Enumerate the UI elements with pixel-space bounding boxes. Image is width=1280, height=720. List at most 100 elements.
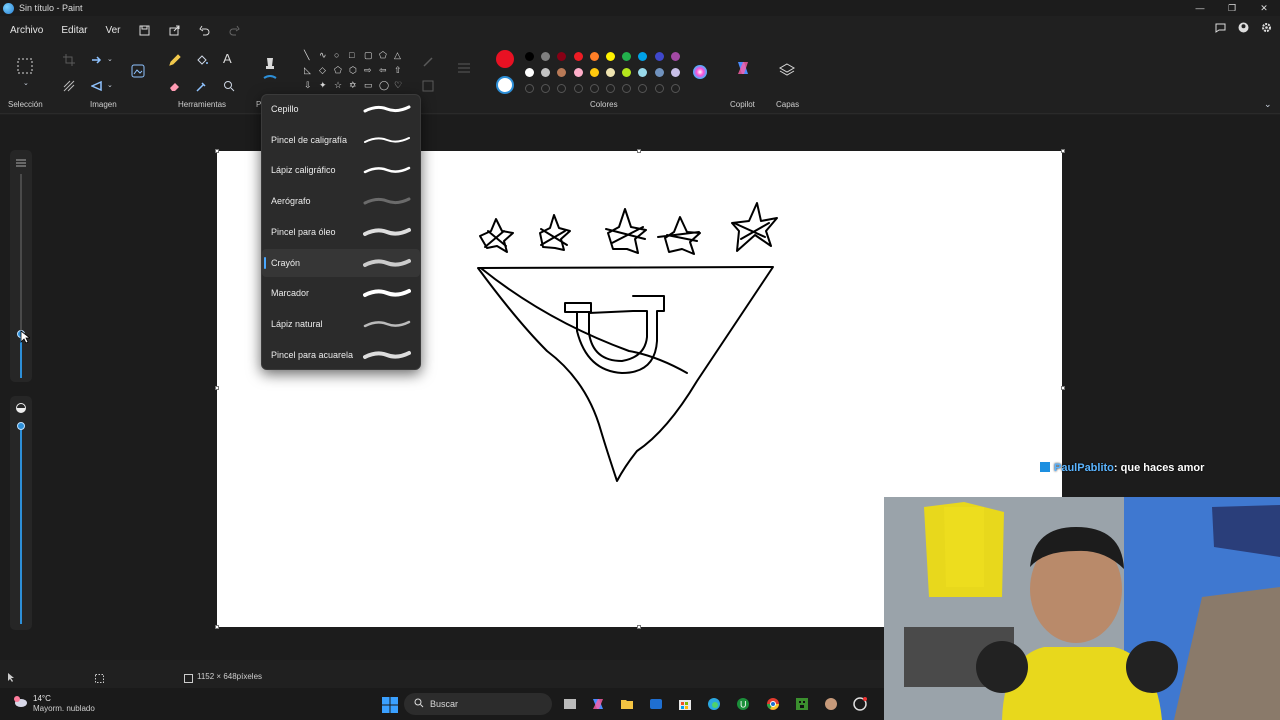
- close-button[interactable]: ✕: [1248, 0, 1280, 16]
- resize-chevron-icon[interactable]: ⌄: [107, 54, 113, 66]
- canvas-resize-handle-bottom[interactable]: [637, 625, 641, 629]
- canvas-resize-handle-right[interactable]: [1061, 386, 1065, 390]
- color-swatch-row2[interactable]: [622, 68, 632, 77]
- settings-icon[interactable]: [1261, 22, 1272, 36]
- line-shape-icon[interactable]: ╲: [304, 50, 309, 61]
- start-icon[interactable]: [382, 697, 398, 713]
- color-swatch-row2[interactable]: [557, 68, 567, 77]
- edge-icon[interactable]: [707, 697, 721, 711]
- custom-color-slot[interactable]: [525, 84, 534, 93]
- text-icon[interactable]: A: [223, 52, 232, 65]
- hexagon-shape-icon[interactable]: ⬡: [349, 65, 357, 76]
- pencil-icon[interactable]: [169, 54, 181, 68]
- four-point-star-shape-icon[interactable]: ✦: [319, 80, 327, 91]
- file-explorer-icon[interactable]: [620, 697, 634, 711]
- right-arrow-shape-icon[interactable]: ⇨: [364, 65, 372, 76]
- brush-option[interactable]: Crayón: [262, 248, 420, 277]
- image-creator-icon[interactable]: [131, 64, 145, 80]
- undo-icon[interactable]: [198, 23, 212, 37]
- triangle-shape-icon[interactable]: △: [394, 50, 401, 61]
- selection-rectangle-icon[interactable]: [17, 58, 33, 76]
- right-triangle-shape-icon[interactable]: ◺: [304, 65, 311, 76]
- color-swatch-row2[interactable]: [606, 68, 615, 77]
- upwork-icon[interactable]: U: [736, 697, 750, 711]
- menu-ver[interactable]: Ver: [96, 25, 129, 36]
- layers-icon[interactable]: [778, 62, 796, 80]
- rectangle-shape-icon[interactable]: □: [349, 50, 354, 60]
- brush-option[interactable]: Pincel para acuarela: [262, 341, 420, 369]
- remove-background-icon[interactable]: [63, 80, 75, 94]
- ribbon-expand-chevron-icon[interactable]: ⌄: [1264, 98, 1272, 110]
- secondary-color-swatch[interactable]: [496, 76, 514, 94]
- six-point-star-shape-icon[interactable]: ✡: [349, 80, 357, 91]
- left-arrow-shape-icon[interactable]: ⇦: [379, 65, 387, 76]
- edit-colors-icon[interactable]: [692, 64, 708, 82]
- minimize-button[interactable]: —: [1184, 0, 1216, 16]
- canvas-resize-handle-tl[interactable]: [215, 149, 219, 153]
- brush-size-slider[interactable]: [10, 150, 32, 382]
- pentagon-shape-icon[interactable]: ⬠: [334, 65, 342, 76]
- rotate-chevron-icon[interactable]: ⌄: [107, 80, 113, 92]
- taskbar-search[interactable]: Buscar: [404, 693, 552, 715]
- custom-color-slot[interactable]: [606, 84, 615, 93]
- polygon-shape-icon[interactable]: ⬠: [379, 50, 387, 61]
- feedback-icon[interactable]: [1215, 22, 1226, 36]
- brush-option[interactable]: Pincel de caligrafía: [262, 126, 420, 154]
- brushes-icon[interactable]: [261, 56, 279, 86]
- custom-color-slot[interactable]: [638, 84, 648, 93]
- five-point-star-shape-icon[interactable]: ☆: [334, 80, 342, 91]
- brush-option[interactable]: Aerógrafo: [262, 187, 420, 215]
- canvas-resize-handle-left[interactable]: [215, 386, 219, 390]
- custom-color-slot[interactable]: [541, 84, 551, 93]
- store-icon[interactable]: [678, 697, 692, 711]
- canvas-resize-handle-bl[interactable]: [215, 625, 219, 629]
- color-swatch-row1[interactable]: [622, 52, 632, 61]
- color-swatch-row2[interactable]: [541, 68, 551, 77]
- save-icon[interactable]: [138, 23, 152, 37]
- brush-option[interactable]: Marcador: [262, 279, 420, 307]
- callout-oval-shape-icon[interactable]: ◯: [379, 80, 389, 91]
- diamond-shape-icon[interactable]: ◇: [319, 65, 326, 76]
- resize-icon[interactable]: [91, 54, 103, 68]
- outline-icon[interactable]: [422, 56, 434, 70]
- custom-color-slot[interactable]: [622, 84, 632, 93]
- color-swatch-row2[interactable]: [525, 68, 534, 77]
- color-swatch-row2[interactable]: [589, 68, 599, 77]
- custom-color-slot[interactable]: [654, 84, 664, 93]
- up-arrow-shape-icon[interactable]: ⇧: [394, 65, 402, 76]
- color-swatch-row1[interactable]: [654, 52, 664, 61]
- stroke-size-icon[interactable]: [457, 62, 471, 76]
- canvas-resize-handle-tr[interactable]: [1061, 149, 1065, 153]
- menu-archivo[interactable]: Archivo: [0, 25, 52, 36]
- redo-icon[interactable]: [228, 23, 242, 37]
- task-view-icon[interactable]: [563, 697, 577, 711]
- brush-option[interactable]: Lápiz caligráfico: [262, 156, 420, 184]
- color-swatch-row1[interactable]: [670, 52, 680, 61]
- primary-color-swatch[interactable]: [496, 50, 514, 68]
- color-swatch-row2[interactable]: [670, 68, 680, 77]
- fill-icon[interactable]: [196, 54, 208, 68]
- callout-rect-shape-icon[interactable]: ▭: [364, 80, 373, 91]
- minecraft-icon[interactable]: [795, 697, 809, 711]
- color-swatch-row1[interactable]: [557, 52, 567, 61]
- shape-fill-icon[interactable]: [422, 80, 434, 94]
- custom-color-slot[interactable]: [670, 84, 680, 93]
- brush-option[interactable]: Pincel para óleo: [262, 218, 420, 246]
- color-swatch-row2[interactable]: [573, 68, 583, 77]
- brush-option[interactable]: Lápiz natural: [262, 310, 420, 338]
- color-swatch-row1[interactable]: [589, 52, 599, 61]
- down-arrow-shape-icon[interactable]: ⇩: [304, 80, 312, 91]
- heart-shape-icon[interactable]: ♡: [394, 80, 402, 91]
- custom-color-slot[interactable]: [573, 84, 583, 93]
- copilot-icon[interactable]: [735, 60, 751, 78]
- custom-color-slot[interactable]: [589, 84, 599, 93]
- menu-editar[interactable]: Editar: [52, 25, 96, 36]
- eraser-icon[interactable]: [169, 80, 181, 94]
- selection-chevron-icon[interactable]: ⌄: [23, 78, 29, 90]
- rotate-icon[interactable]: [90, 80, 103, 94]
- color-swatch-row1[interactable]: [525, 52, 534, 61]
- color-swatch-row1[interactable]: [573, 52, 583, 61]
- obs-icon[interactable]: [853, 697, 867, 711]
- rounded-rectangle-shape-icon[interactable]: ▢: [364, 50, 373, 61]
- account-icon[interactable]: [1238, 22, 1249, 36]
